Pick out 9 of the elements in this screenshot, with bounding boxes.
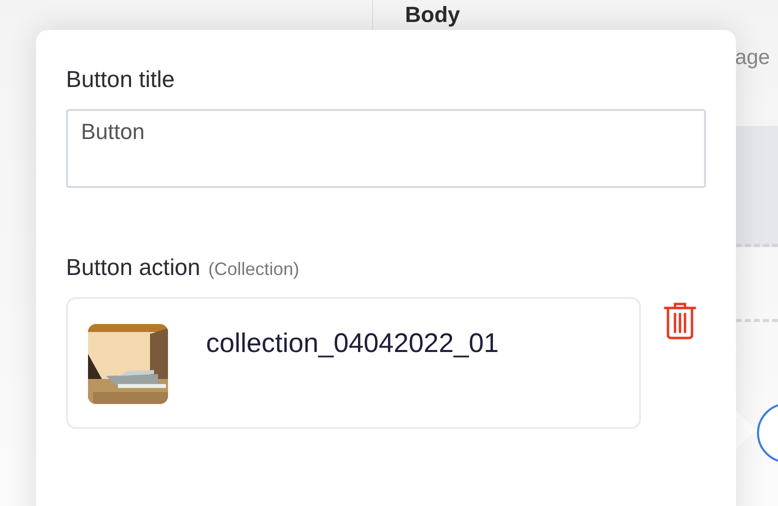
field-label: Button action	[66, 253, 200, 282]
section-heading: Body	[405, 1, 461, 29]
collection-name: collection_04042022_01	[206, 327, 500, 360]
type-note: (Collection)	[208, 259, 300, 280]
label-text: age	[734, 46, 771, 70]
input-field[interactable]: Button	[66, 109, 706, 188]
field-label: Button title	[66, 65, 176, 94]
collection-card[interactable]: collection_04042022_01	[66, 297, 641, 429]
trash-icon[interactable]	[663, 302, 697, 340]
